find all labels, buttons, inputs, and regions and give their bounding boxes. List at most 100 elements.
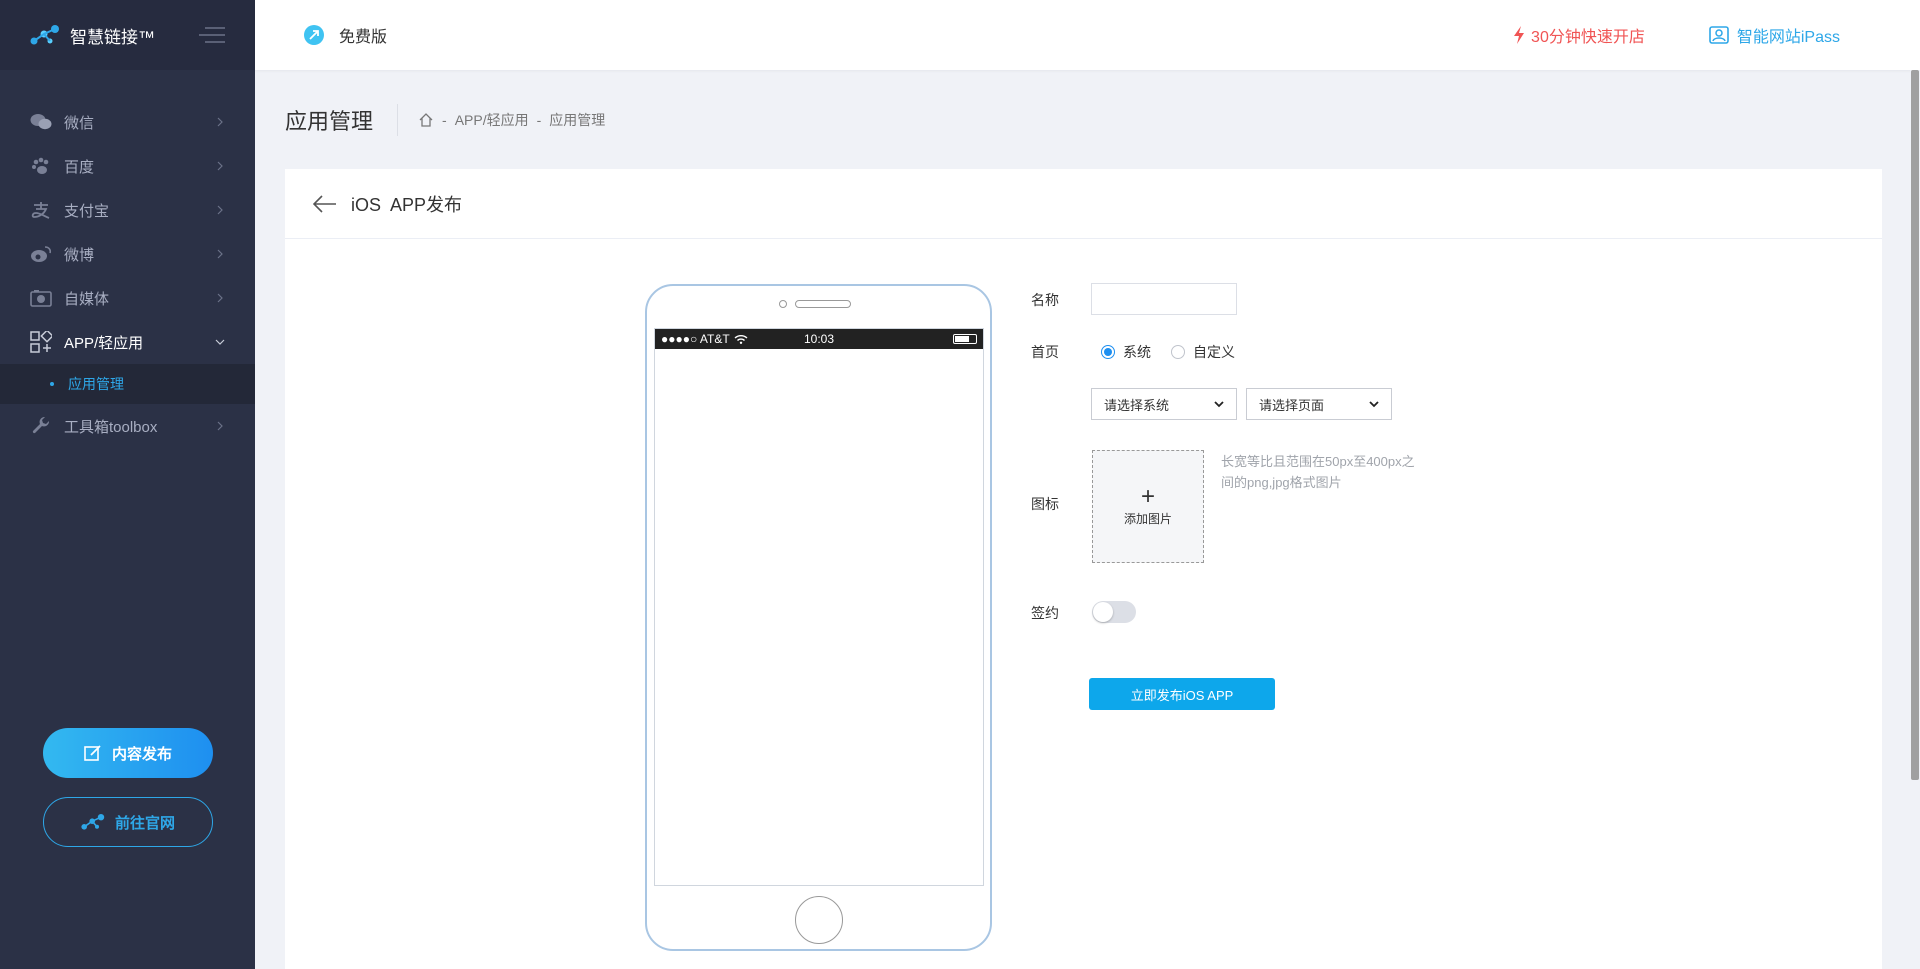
- profile-card-icon: [1709, 26, 1729, 44]
- phone-screen: ●●●●○ AT&T 10:03: [654, 328, 984, 886]
- scrollbar-thumb[interactable]: [1911, 70, 1919, 780]
- radio-label: 自定义: [1193, 344, 1235, 360]
- card-header: iOS APP发布: [285, 169, 1882, 239]
- lightning-icon: [1514, 26, 1525, 44]
- sidebar-subitem-app-manage[interactable]: 应用管理: [0, 364, 255, 404]
- battery-icon: [953, 334, 977, 344]
- wrench-icon: [30, 415, 52, 437]
- upload-hint: 长宽等比且范围在50px至400px之间的png,jpg格式图片: [1221, 454, 1415, 490]
- ios-publish-card: iOS APP发布 ●●●●○ AT&T 10:03 名称 首页 系统 自定义 …: [285, 169, 1882, 969]
- phone-speaker: [795, 300, 851, 308]
- logo[interactable]: 智慧链接™: [30, 23, 155, 48]
- chevron-right-icon: [217, 249, 223, 259]
- radio-circle: [1171, 345, 1185, 359]
- breadcrumb-separator: -: [536, 112, 542, 128]
- rocket-badge-icon: [304, 25, 324, 45]
- sidebar-item-label: 支付宝: [64, 202, 110, 220]
- media-icon: [30, 287, 52, 309]
- chevron-right-icon: [217, 161, 223, 171]
- visit-site-button[interactable]: 前往官网: [43, 797, 213, 847]
- card-title: iOS APP发布: [351, 194, 463, 215]
- apps-icon: [30, 331, 52, 353]
- content-publish-label: 内容发布: [111, 745, 172, 763]
- fast-open-link[interactable]: 30分钟快速开店: [1513, 23, 1645, 47]
- breadcrumb-item: 应用管理: [549, 112, 606, 128]
- radio-system[interactable]: 系统: [1101, 342, 1151, 362]
- back-arrow-icon[interactable]: [313, 194, 337, 213]
- chevron-down-icon: [1369, 401, 1379, 408]
- paw-icon: [30, 155, 52, 177]
- phone-status-bar: ●●●●○ AT&T 10:03: [655, 329, 983, 349]
- sidebar-item-weibo[interactable]: 微博: [0, 232, 255, 276]
- chevron-down-icon: [215, 339, 225, 345]
- phone-preview: ●●●●○ AT&T 10:03: [645, 284, 992, 951]
- wechat-icon: [30, 111, 52, 133]
- version-indicator: 免费版: [303, 23, 387, 47]
- sign-toggle[interactable]: [1092, 601, 1136, 623]
- sidebar-menu: 微信 百度 支付宝 微博 自媒体 APP/轻应用 应用管理 工具箱toolbox: [0, 100, 255, 448]
- chevron-down-icon: [1214, 401, 1224, 408]
- wifi-icon: [734, 335, 748, 344]
- logo-icon: [30, 25, 59, 45]
- content-publish-button[interactable]: 内容发布: [43, 728, 213, 778]
- radio-label: 系统: [1123, 344, 1151, 360]
- page-select[interactable]: 请选择页面: [1246, 388, 1392, 420]
- version-label: 免费版: [339, 29, 388, 46]
- logo-icon: [81, 814, 105, 830]
- sidebar-header: 智慧链接™: [0, 0, 255, 70]
- phone-top: [779, 300, 851, 308]
- phone-home-button: [795, 896, 843, 944]
- radio-circle: [1101, 345, 1115, 359]
- breadcrumb: - APP/轻应用 - 应用管理: [418, 110, 605, 130]
- add-image-upload[interactable]: + 添加图片: [1092, 450, 1204, 563]
- sign-label: 签约: [1031, 605, 1059, 621]
- page-title: 应用管理: [285, 104, 399, 136]
- sidebar-item-label: 工具箱toolbox: [64, 418, 158, 436]
- chevron-right-icon: [217, 421, 223, 431]
- sidebar-item-app[interactable]: APP/轻应用: [0, 320, 255, 364]
- sidebar-submenu-app: 应用管理: [0, 364, 255, 404]
- icon-label: 图标: [1031, 496, 1059, 512]
- system-select-value: 请选择系统: [1104, 397, 1170, 413]
- status-carrier: ●●●●○ AT&T: [661, 332, 748, 346]
- sidebar-item-label: 微博: [64, 246, 95, 264]
- sidebar-item-alipay[interactable]: 支付宝: [0, 188, 255, 232]
- page-title-row: 应用管理 - APP/轻应用 - 应用管理: [285, 100, 605, 140]
- home-label: 首页: [1031, 344, 1059, 360]
- publish-ios-app-button[interactable]: 立即发布iOS APP: [1089, 678, 1275, 710]
- carrier-label: ●●●●○ AT&T: [661, 332, 730, 346]
- system-select[interactable]: 请选择系统: [1091, 388, 1237, 420]
- logo-text: 智慧链接™: [70, 27, 155, 47]
- sidebar-item-label: APP/轻应用: [64, 334, 144, 352]
- name-label: 名称: [1031, 292, 1059, 308]
- sidebar-subitem-label: 应用管理: [68, 376, 124, 392]
- edit-icon: [84, 745, 101, 761]
- sidebar-item-wechat[interactable]: 微信: [0, 100, 255, 144]
- toggle-knob: [1093, 602, 1113, 622]
- sidebar-item-label: 百度: [64, 158, 95, 176]
- breadcrumb-item[interactable]: APP/轻应用: [455, 110, 529, 130]
- sidebar-item-label: 微信: [64, 114, 95, 132]
- sidebar-item-media[interactable]: 自媒体: [0, 276, 255, 320]
- sidebar: 智慧链接™ 微信 百度 支付宝 微博 自媒体 APP/轻应用 应用管理 工具箱t…: [0, 0, 255, 969]
- header-actions: 30分钟快速开店 智能网站iPass: [1513, 23, 1840, 47]
- sidebar-item-toolbox[interactable]: 工具箱toolbox: [0, 404, 255, 448]
- ipass-link[interactable]: 智能网站iPass: [1709, 23, 1840, 47]
- page-scrollbar[interactable]: [1910, 70, 1920, 969]
- sidebar-item-baidu[interactable]: 百度: [0, 144, 255, 188]
- name-input[interactable]: [1091, 283, 1237, 315]
- top-header: 免费版 30分钟快速开店 智能网站iPass: [255, 0, 1920, 70]
- phone-camera: [779, 300, 787, 308]
- weibo-icon: [30, 243, 52, 265]
- home-icon[interactable]: [418, 112, 434, 128]
- plus-icon: +: [1140, 483, 1155, 510]
- home-radio-group: 系统 自定义: [1101, 342, 1235, 362]
- radio-custom[interactable]: 自定义: [1171, 342, 1235, 362]
- page-select-value: 请选择页面: [1259, 397, 1325, 413]
- ipass-label: 智能网站iPass: [1736, 29, 1840, 46]
- menu-toggle-icon[interactable]: [199, 26, 225, 44]
- upload-label: 添加图片: [1123, 512, 1172, 526]
- visit-site-label: 前往官网: [114, 814, 175, 832]
- chevron-right-icon: [217, 205, 223, 215]
- breadcrumb-separator: -: [442, 112, 447, 128]
